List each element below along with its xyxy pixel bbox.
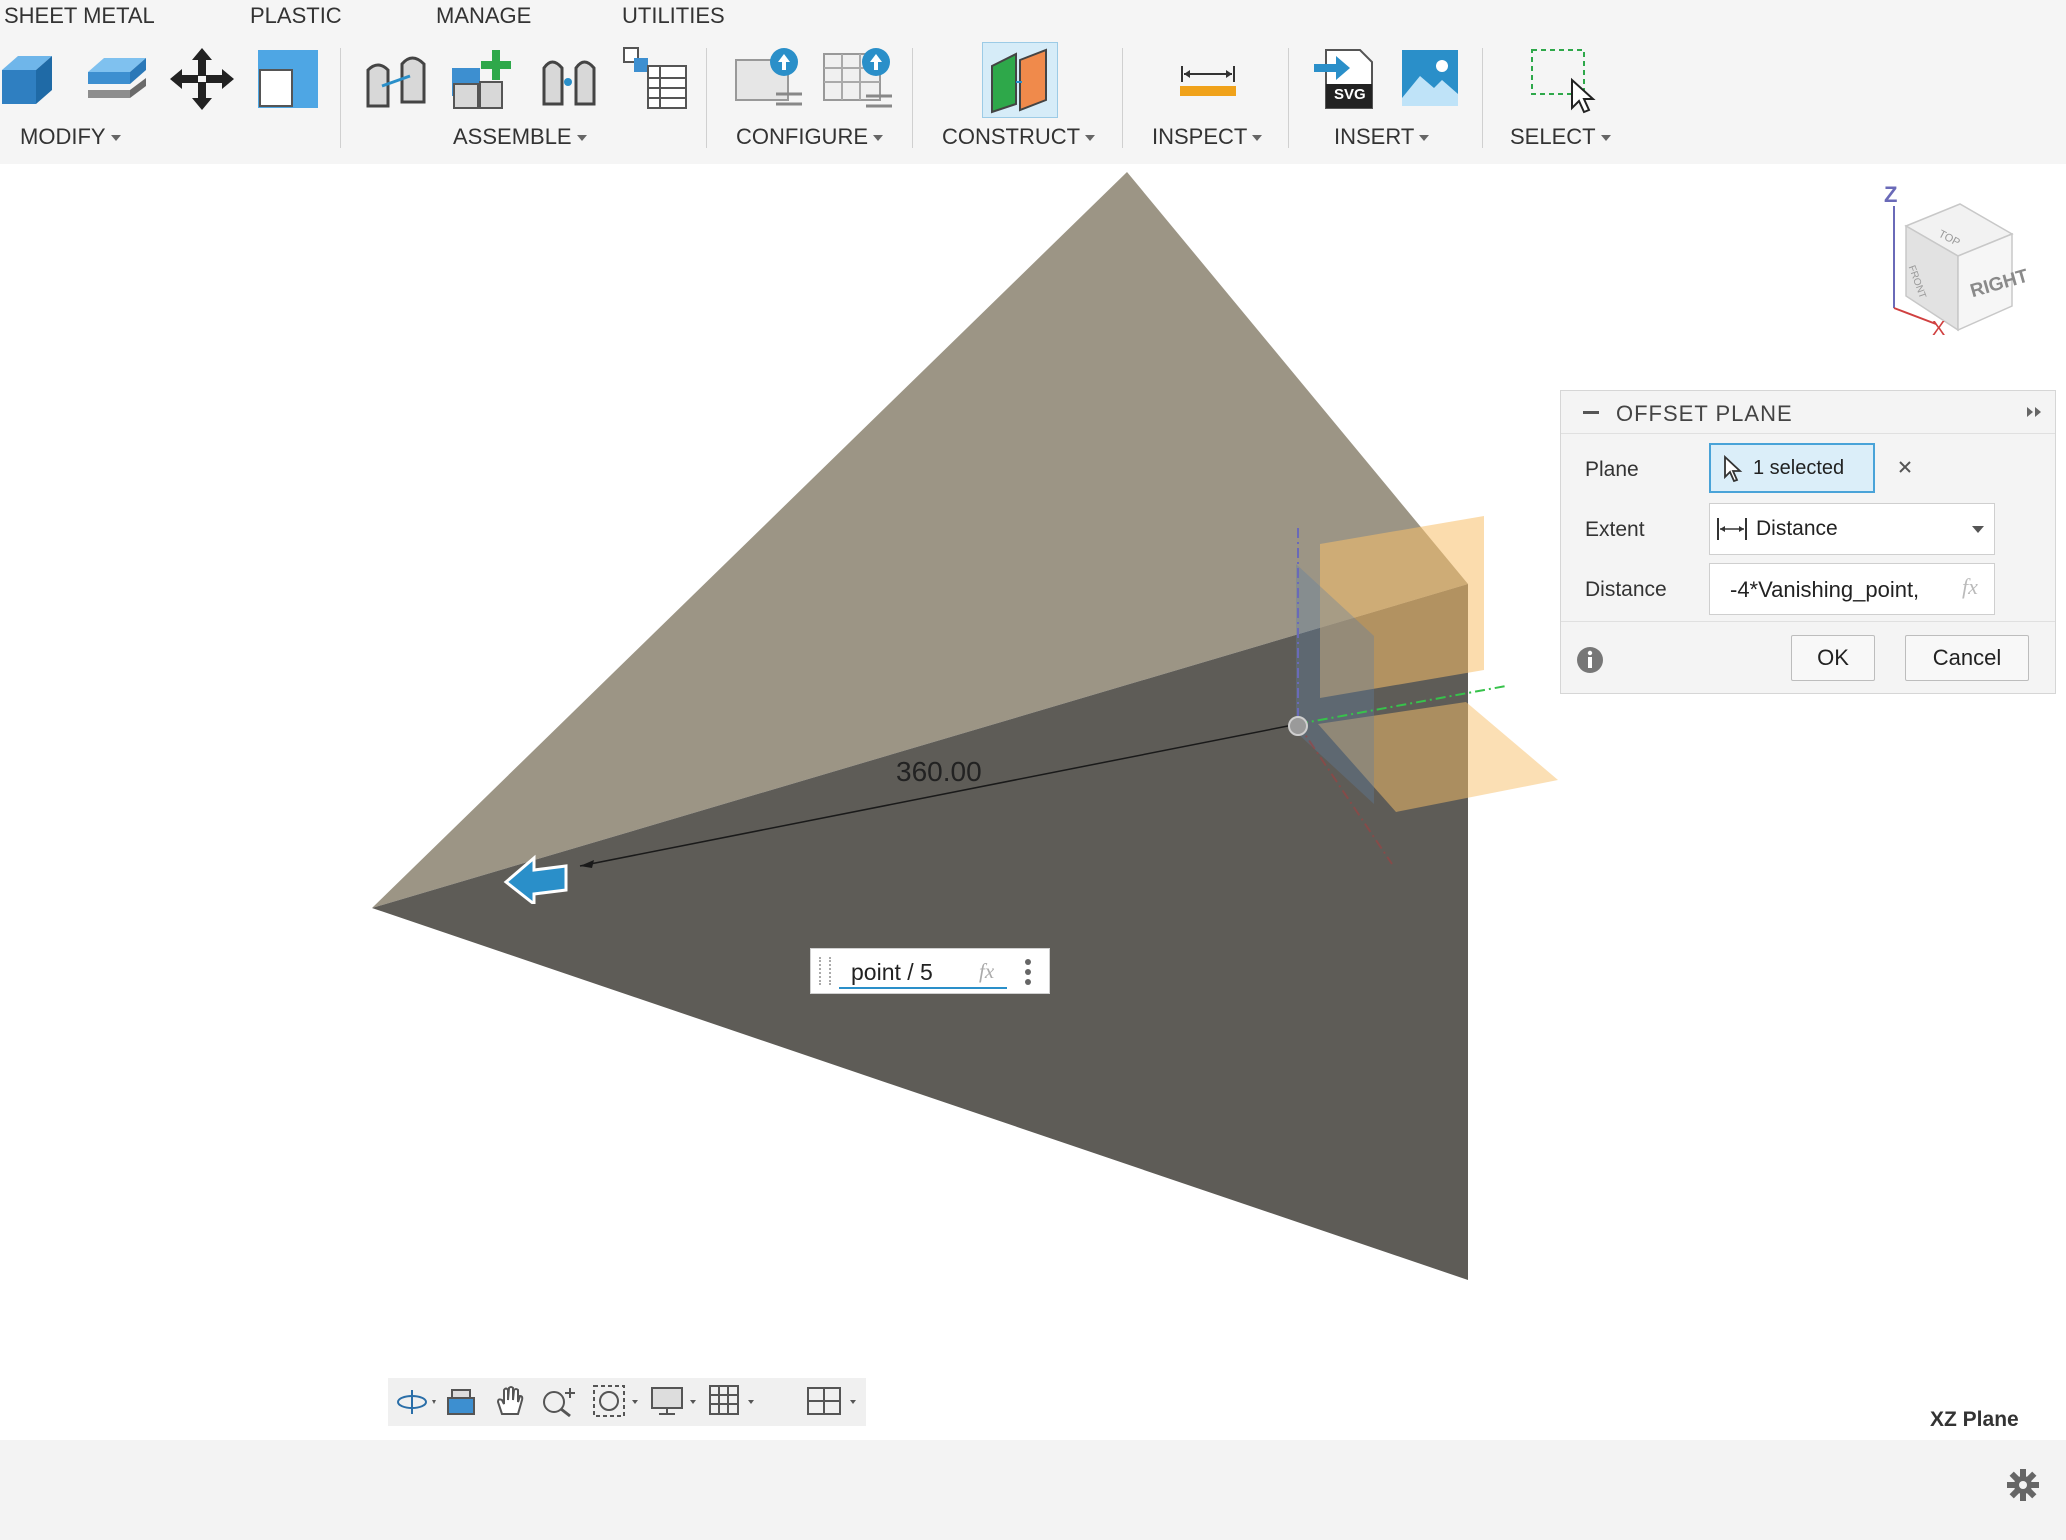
panel-header: OFFSET PLANE: [1561, 391, 2055, 434]
fx-icon[interactable]: fx: [979, 959, 994, 984]
extent-dropdown[interactable]: Distance: [1709, 503, 1995, 555]
modify-label: MODIFY: [20, 124, 106, 149]
as-built-joint-icon[interactable]: [538, 46, 602, 112]
viewcube-axis-z: Z: [1884, 182, 1898, 207]
assemble-menu[interactable]: ASSEMBLE: [453, 124, 587, 150]
select-label: SELECT: [1510, 124, 1596, 149]
zoom-icon[interactable]: [540, 1384, 580, 1418]
extent-value: Distance: [1756, 517, 1838, 540]
tab-sheet-metal[interactable]: SHEET METAL: [4, 3, 155, 29]
press-pull-icon[interactable]: [0, 46, 64, 110]
shell-icon[interactable]: [256, 48, 320, 110]
move-icon[interactable]: [170, 46, 234, 112]
select-cursor-icon: [1724, 455, 1743, 483]
configure-menu[interactable]: CONFIGURE: [736, 124, 883, 150]
tab-manage[interactable]: MANAGE: [436, 3, 531, 29]
collapse-icon[interactable]: [1583, 411, 1599, 414]
construct-label: CONSTRUCT: [942, 124, 1081, 149]
look-at-icon[interactable]: [444, 1386, 478, 1418]
model-geometry: [372, 172, 1558, 1280]
insert-menu[interactable]: INSERT: [1334, 124, 1430, 150]
viewcube[interactable]: Z X RIGHT TOP FRONT: [1876, 182, 2031, 346]
fit-window-icon[interactable]: [592, 1384, 640, 1418]
display-settings-icon[interactable]: [650, 1384, 700, 1418]
insert-svg-icon[interactable]: SVG: [1312, 46, 1378, 112]
plane-selection-button[interactable]: 1 selected: [1709, 443, 1875, 493]
bill-of-materials-icon[interactable]: [620, 46, 690, 112]
ribbon-toolbar: MODIFY ASSEMBLE CONFIGURE CONSTRUCT INSP…: [0, 34, 2066, 164]
measure-icon[interactable]: [1178, 60, 1238, 100]
inline-expression-text: point / 5: [851, 959, 933, 985]
construct-menu[interactable]: CONSTRUCT: [942, 124, 1096, 150]
canvas-viewport[interactable]: 360.00 point / 5 fx Z X RIGHT TOP FRONT …: [0, 164, 2066, 1440]
joint-icon[interactable]: [362, 46, 432, 112]
expand-panel-icon[interactable]: [2025, 405, 2043, 419]
extent-label: Extent: [1585, 518, 1645, 541]
drag-grip-icon[interactable]: [819, 957, 831, 985]
grid-settings-icon[interactable]: [708, 1384, 758, 1418]
plane-label: Plane: [1585, 458, 1639, 481]
ok-button[interactable]: OK: [1791, 635, 1875, 681]
info-icon[interactable]: [1575, 645, 1605, 675]
orbit-icon[interactable]: [396, 1386, 436, 1418]
chevron-down-icon: [1972, 526, 1984, 533]
insert-canvas-icon[interactable]: [1400, 48, 1460, 108]
select-menu[interactable]: SELECT: [1510, 124, 1611, 150]
viewcube-axis-x: X: [1932, 318, 1946, 340]
inline-distance-input[interactable]: point / 5 fx: [810, 948, 1050, 994]
distance-input[interactable]: -4*Vanishing_point, fx: [1709, 563, 1995, 615]
panel-title: OFFSET PLANE: [1616, 401, 1793, 426]
offset-drag-arrow-icon[interactable]: [502, 854, 570, 904]
insert-label: INSERT: [1334, 124, 1415, 149]
inline-expression-field[interactable]: point / 5 fx: [839, 953, 1007, 989]
tab-utilities[interactable]: UTILITIES: [622, 3, 725, 29]
configure-label: CONFIGURE: [736, 124, 868, 149]
view-label: XZ Plane: [1930, 1408, 2019, 1431]
viewports-icon[interactable]: [806, 1384, 864, 1418]
select-window-icon[interactable]: [1528, 46, 1596, 116]
assemble-label: ASSEMBLE: [453, 124, 572, 149]
more-options-icon[interactable]: [1023, 957, 1033, 987]
navigation-bar: [388, 1378, 866, 1426]
dimension-value[interactable]: 360.00: [896, 756, 982, 788]
cancel-button[interactable]: Cancel: [1905, 635, 2029, 681]
inspect-label: INSPECT: [1152, 124, 1248, 149]
offset-face-icon[interactable]: [84, 46, 150, 110]
status-bar: [0, 1440, 2066, 1540]
fx-icon[interactable]: fx: [1962, 574, 1978, 600]
offset-plane-icon[interactable]: [986, 46, 1054, 114]
configuration-table-icon[interactable]: [820, 46, 896, 112]
clear-selection-icon[interactable]: [1897, 459, 1913, 475]
ribbon-tabs: SHEET METAL PLASTIC MANAGE UTILITIES: [0, 0, 2066, 34]
modify-menu[interactable]: MODIFY: [20, 124, 121, 150]
svg-badge-text: SVG: [1334, 86, 1366, 103]
inspect-menu[interactable]: INSPECT: [1152, 124, 1263, 150]
tab-plastic[interactable]: PLASTIC: [250, 3, 342, 29]
plane-selection-count: 1 selected: [1753, 457, 1845, 479]
distance-extent-icon: [1717, 518, 1747, 540]
gear-icon[interactable]: [2006, 1468, 2040, 1502]
configure-icon[interactable]: [732, 46, 808, 112]
origin-point[interactable]: [1288, 716, 1308, 736]
offset-plane-panel: OFFSET PLANE Plane 1 selected Extent Dis…: [1560, 390, 2056, 694]
distance-expression: -4*Vanishing_point,: [1730, 577, 1920, 602]
pan-hand-icon[interactable]: [492, 1384, 526, 1418]
new-component-icon[interactable]: [448, 44, 518, 112]
distance-label: Distance: [1585, 578, 1667, 601]
